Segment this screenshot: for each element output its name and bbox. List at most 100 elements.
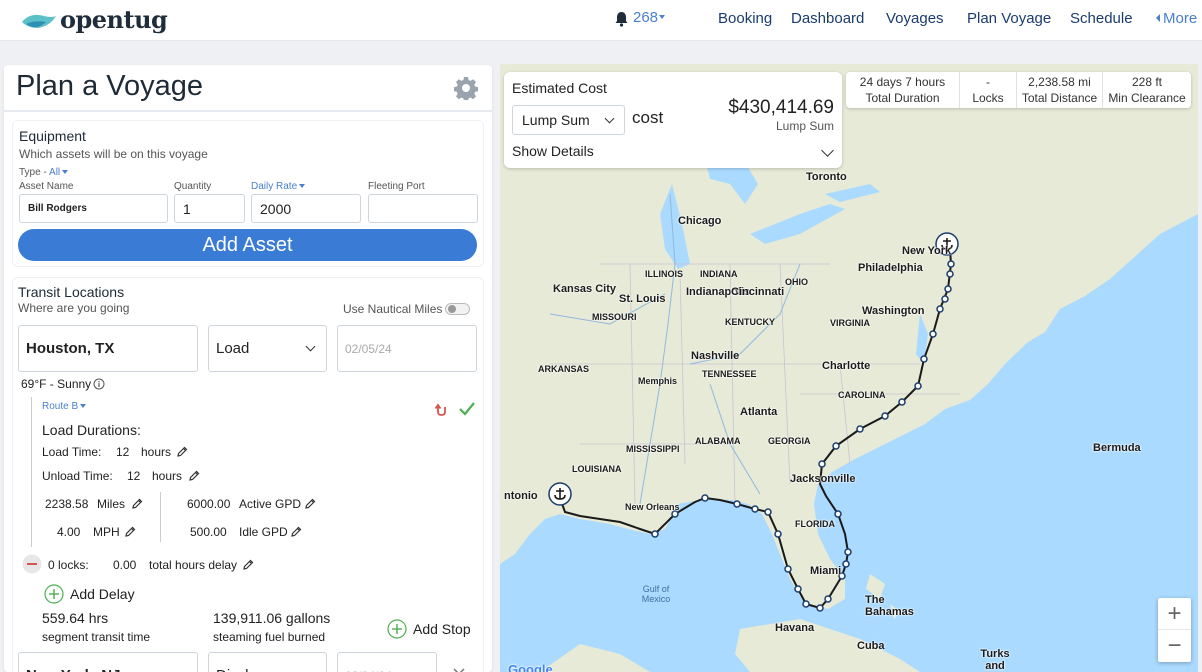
map-label: St. Louis bbox=[619, 293, 666, 305]
undo-icon[interactable] bbox=[435, 403, 448, 416]
brand-name: opentug bbox=[60, 5, 168, 34]
destination-input[interactable]: New York, NJ bbox=[18, 652, 198, 672]
remove-lock-icon[interactable] bbox=[22, 554, 42, 574]
pencil-icon[interactable] bbox=[132, 498, 143, 509]
estimated-cost-card: Estimated Cost Lump Sum cost $430,414.69… bbox=[504, 72, 842, 168]
pencil-icon[interactable] bbox=[243, 559, 254, 570]
mph-label: MPH bbox=[93, 525, 120, 539]
nautical-miles-toggle[interactable] bbox=[445, 303, 470, 315]
notification-count[interactable]: 268 bbox=[633, 9, 658, 26]
close-icon[interactable] bbox=[453, 668, 465, 672]
stat-value: - bbox=[986, 75, 990, 89]
chevron-down-icon bbox=[299, 184, 306, 189]
map-label: ntonio bbox=[504, 490, 538, 502]
idle-gpd-value[interactable]: 500.00 bbox=[190, 525, 227, 539]
daily-rate-input[interactable]: 2000 bbox=[251, 194, 361, 223]
action-value: Load bbox=[216, 340, 250, 357]
stat-duration: 24 days 7 hours Total Duration bbox=[846, 72, 960, 108]
cost-mode-select[interactable]: Lump Sum bbox=[512, 105, 625, 135]
distance-value[interactable]: 2238.58 bbox=[45, 497, 89, 511]
nav-dashboard[interactable]: Dashboard bbox=[791, 10, 864, 27]
chevron-down-icon[interactable] bbox=[821, 144, 834, 157]
load-time-value[interactable]: 12 bbox=[116, 445, 129, 459]
zoom-out-button[interactable]: − bbox=[1158, 630, 1191, 662]
load-time-label: Load Time: bbox=[42, 445, 102, 459]
stat-label: Total Distance bbox=[1021, 91, 1098, 105]
google-logo: Google bbox=[508, 662, 553, 672]
weather-value: 69°F - Sunny bbox=[21, 377, 92, 391]
map-label: ARKANSAS bbox=[538, 364, 590, 374]
brand-logo[interactable]: opentug bbox=[20, 5, 168, 34]
pencil-icon[interactable] bbox=[177, 446, 188, 457]
plus-circle-icon bbox=[387, 619, 407, 639]
transit-subtitle: Where are you going bbox=[18, 301, 130, 315]
date-input[interactable]: 02/05/24 bbox=[337, 325, 477, 372]
nautical-miles-label: Use Nautical Miles bbox=[343, 302, 443, 316]
speed-value[interactable]: 4.00 bbox=[57, 525, 80, 539]
pencil-icon[interactable] bbox=[305, 498, 316, 509]
type-value[interactable]: All bbox=[49, 167, 60, 178]
map-label: Nashville bbox=[691, 350, 740, 362]
action-select[interactable]: Load bbox=[208, 325, 327, 372]
show-details-toggle[interactable]: Show Details bbox=[512, 143, 594, 159]
load-hours-label: hours bbox=[141, 445, 172, 459]
locks-delay-value[interactable]: 0.00 bbox=[113, 558, 136, 572]
unload-hours-label: hours bbox=[152, 469, 183, 483]
transit-time-value: 559.64 hrs bbox=[42, 610, 109, 626]
nav-more[interactable]: More bbox=[1163, 10, 1197, 27]
chevron-left-icon[interactable] bbox=[1156, 14, 1160, 22]
add-delay-button[interactable]: Add Delay bbox=[44, 584, 135, 604]
daily-rate-label: Daily Rate bbox=[251, 181, 298, 192]
pencil-icon[interactable] bbox=[189, 470, 200, 481]
active-gpd-value[interactable]: 6000.00 bbox=[187, 497, 231, 511]
top-navbar: opentug 268 Booking Dashboard Voyages Pl… bbox=[0, 0, 1202, 41]
pencil-icon[interactable] bbox=[291, 526, 302, 537]
map-label: Chicago bbox=[678, 215, 722, 227]
stat-distance: 2,238.58 mi Total Distance bbox=[1017, 72, 1103, 108]
map-label: Atlanta bbox=[740, 406, 778, 418]
bell-icon[interactable] bbox=[614, 11, 629, 27]
unload-time-value[interactable]: 12 bbox=[127, 469, 140, 483]
nav-schedule[interactable]: Schedule bbox=[1070, 10, 1133, 27]
tug-logo-icon bbox=[22, 14, 56, 28]
map-label: Toronto bbox=[806, 171, 847, 183]
quantity-input[interactable]: 1 bbox=[174, 194, 245, 223]
asset-name-input[interactable]: Bill Rodgers bbox=[19, 194, 168, 223]
stat-value: 228 ft bbox=[1131, 75, 1163, 89]
route-label: Route B bbox=[42, 401, 79, 412]
route-dropdown[interactable]: Route B bbox=[42, 401, 87, 412]
idle-gpd-label: Idle GPD bbox=[239, 525, 288, 539]
info-icon[interactable] bbox=[93, 378, 105, 390]
map-label: VIRGINIA bbox=[830, 318, 871, 328]
cost-suffix: cost bbox=[632, 108, 664, 127]
type-filter[interactable]: Type - All bbox=[19, 167, 69, 178]
cost-title: Estimated Cost bbox=[512, 80, 607, 96]
route-map[interactable]: Toronto Chicago New York Philadelphia Wa… bbox=[500, 64, 1198, 672]
origin-input[interactable]: Houston, TX bbox=[18, 325, 198, 372]
map-label: Turks and Caicos bbox=[980, 648, 1010, 672]
plan-voyage-panel: Plan a Voyage Equipment Which assets wil… bbox=[4, 65, 492, 672]
nav-voyages[interactable]: Voyages bbox=[886, 10, 944, 27]
gear-icon[interactable] bbox=[454, 76, 478, 100]
chevron-down-icon[interactable] bbox=[659, 15, 665, 19]
fleeting-port-input[interactable] bbox=[368, 194, 478, 223]
fuel-label: steaming fuel burned bbox=[213, 630, 326, 644]
transit-title: Transit Locations bbox=[18, 284, 125, 300]
load-durations-label: Load Durations: bbox=[42, 422, 141, 438]
add-asset-button[interactable]: Add Asset bbox=[18, 229, 477, 261]
nav-booking[interactable]: Booking bbox=[718, 10, 772, 27]
destination-action-select[interactable]: Discharge bbox=[208, 652, 327, 672]
map-label: Bermuda bbox=[1093, 442, 1141, 454]
pencil-icon[interactable] bbox=[125, 526, 136, 537]
stat-label: Locks bbox=[972, 91, 1004, 105]
add-stop-button[interactable]: Add Stop bbox=[387, 619, 471, 639]
anchor-origin-icon[interactable] bbox=[548, 482, 572, 506]
stat-label: Min Clearance bbox=[1108, 91, 1186, 105]
check-icon[interactable] bbox=[459, 402, 475, 416]
destination-date-input[interactable]: 02/24/24 bbox=[337, 652, 437, 672]
equipment-subtitle: Which assets will be on this voyage bbox=[19, 147, 208, 161]
map-label: Miami bbox=[810, 565, 842, 577]
zoom-in-button[interactable]: + bbox=[1158, 598, 1191, 630]
nav-plan-voyage[interactable]: Plan Voyage bbox=[967, 10, 1051, 27]
daily-rate-dropdown[interactable]: Daily Rate bbox=[251, 181, 306, 192]
